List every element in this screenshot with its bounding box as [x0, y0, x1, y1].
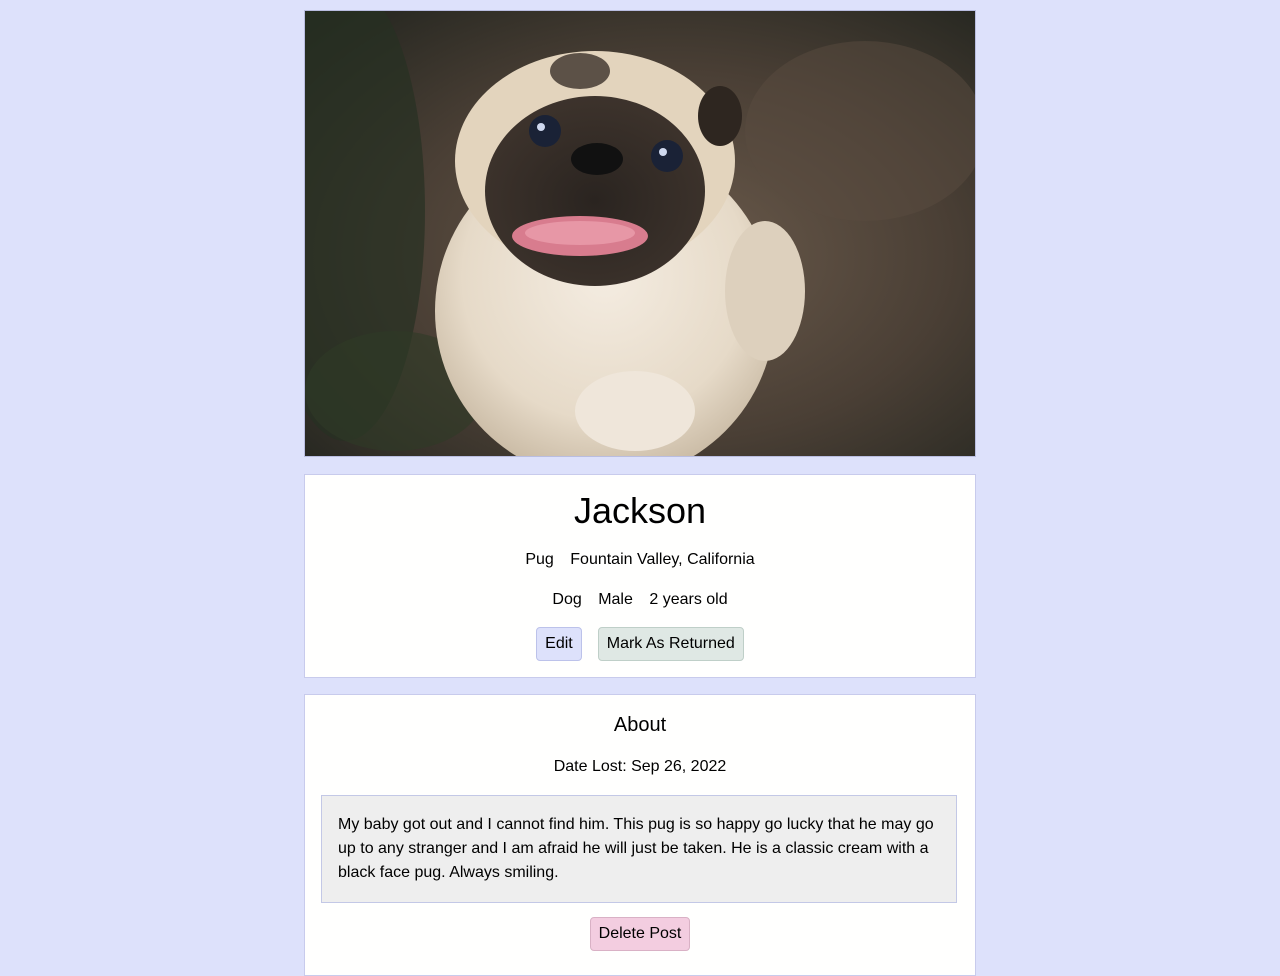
delete-post-button[interactable]: Delete Post — [589, 917, 691, 951]
about-card: About Date Lost: Sep 26, 2022 My baby go… — [304, 694, 976, 976]
pet-description: My baby got out and I cannot find him. T… — [321, 795, 957, 903]
breed-location-row: Pug Fountain Valley, California — [305, 550, 975, 570]
about-heading: About — [613, 714, 667, 736]
mark-as-returned-button[interactable]: Mark As Returned — [597, 627, 744, 661]
about-actions: Delete Post — [305, 917, 975, 951]
species-sex-age-row: Dog Male 2 years old — [305, 590, 975, 610]
pet-info-card: Jackson Pug Fountain Valley, California … — [304, 474, 976, 678]
pet-species: Dog — [552, 591, 582, 608]
pet-name: Jackson — [573, 490, 707, 531]
pet-age: 2 years old — [649, 591, 728, 608]
pet-photo — [304, 10, 976, 457]
pet-breed: Pug — [525, 551, 554, 568]
edit-button[interactable]: Edit — [536, 627, 582, 661]
pet-location: Fountain Valley, California — [570, 551, 755, 568]
date-lost: Date Lost: Sep 26, 2022 — [553, 758, 727, 775]
info-actions: Edit Mark As Returned — [305, 627, 975, 661]
pet-sex: Male — [598, 591, 633, 608]
